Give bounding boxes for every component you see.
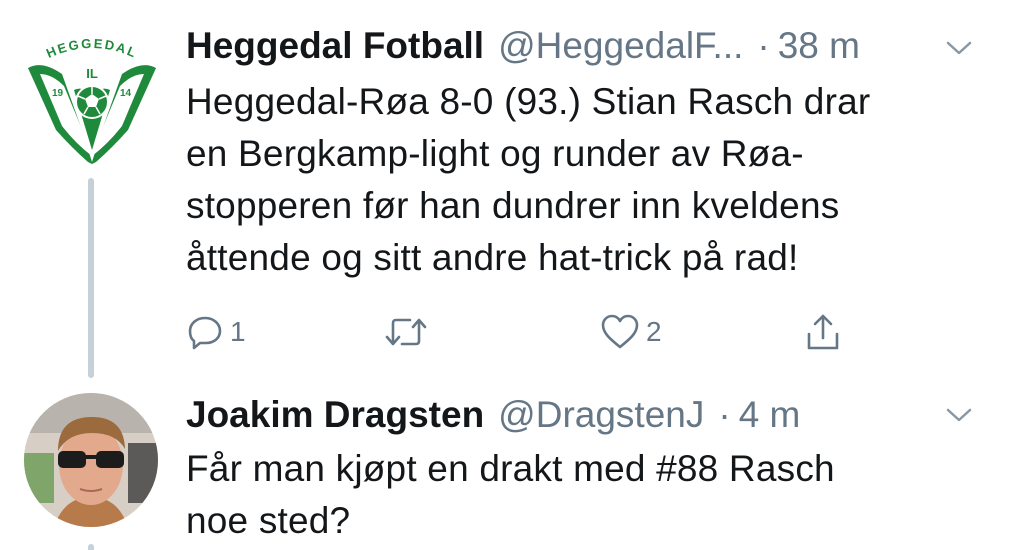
heart-icon [601, 314, 639, 349]
tweet-joakim[interactable]: Joakim Dragsten @DragstenJ · 4 m Får man… [0, 385, 1024, 550]
author-name[interactable]: Heggedal Fotball [186, 24, 484, 68]
tweet-text-line: Får man kjøpt en drakt med #88 Rasch [186, 448, 835, 489]
heggedal-logo[interactable]: HEGGEDAL IL 19 14 [22, 30, 162, 170]
like-button[interactable]: 2 [600, 312, 662, 352]
tweet-header: Heggedal Fotball @HeggedalF... · 38 m [186, 24, 984, 68]
tweet-header: Joakim Dragsten @DragstenJ · 4 m [186, 393, 984, 437]
reply-count: 1 [230, 316, 246, 347]
logo-il-text: IL [86, 66, 98, 81]
author-handle[interactable]: @DragstenJ [498, 393, 704, 437]
chevron-down-icon[interactable] [946, 40, 972, 56]
chevron-down-icon[interactable] [946, 407, 972, 423]
tweet-text: Får man kjøpt en drakt med #88 Rasch noe… [186, 443, 986, 547]
share-icon [807, 314, 839, 350]
tweet-text-line: noe sted? [186, 500, 351, 541]
separator-dot: · [718, 394, 731, 435]
logo-year-right: 14 [120, 88, 132, 99]
soccer-ball-icon [75, 85, 109, 119]
tweet-text-line: åttende og sitt andre hat-trick på rad! [186, 237, 799, 278]
logo-year-left: 19 [52, 88, 64, 99]
timestamp[interactable]: 4 m [739, 393, 801, 437]
avatar[interactable] [24, 393, 158, 527]
tweet-text-line: en Bergkamp-light og runder av Røa- [186, 133, 804, 174]
retweet-button[interactable] [384, 312, 434, 352]
thread-connector [88, 544, 94, 550]
tweet-text-line: Heggedal-Røa 8-0 (93.) Stian Rasch drar [186, 81, 871, 122]
share-button[interactable] [804, 312, 842, 352]
retweet-icon [385, 318, 427, 346]
timestamp[interactable]: 38 m [778, 24, 860, 68]
logo-arc-text: HEGGEDAL [44, 36, 140, 61]
author-handle[interactable]: @HeggedalF... [498, 24, 743, 68]
tweet-heggedal[interactable]: HEGGEDAL IL 19 14 Heggedal Fotball @Hegg [0, 0, 1024, 385]
reply-button[interactable]: 1 [186, 312, 246, 352]
timeline: HEGGEDAL IL 19 14 Heggedal Fotball @Hegg [0, 0, 1024, 550]
reply-icon [188, 316, 222, 350]
author-name[interactable]: Joakim Dragsten [186, 393, 484, 437]
tweet-text: Heggedal-Røa 8-0 (93.) Stian Rasch drar … [186, 76, 986, 284]
tweet-text-line: stopperen før han dundrer inn kveldens [186, 185, 840, 226]
avatar-photo [24, 393, 158, 527]
separator-dot: · [757, 25, 770, 66]
thread-connector [88, 178, 94, 378]
like-count: 2 [646, 316, 662, 347]
tweet-actions: 1 2 [186, 312, 866, 352]
